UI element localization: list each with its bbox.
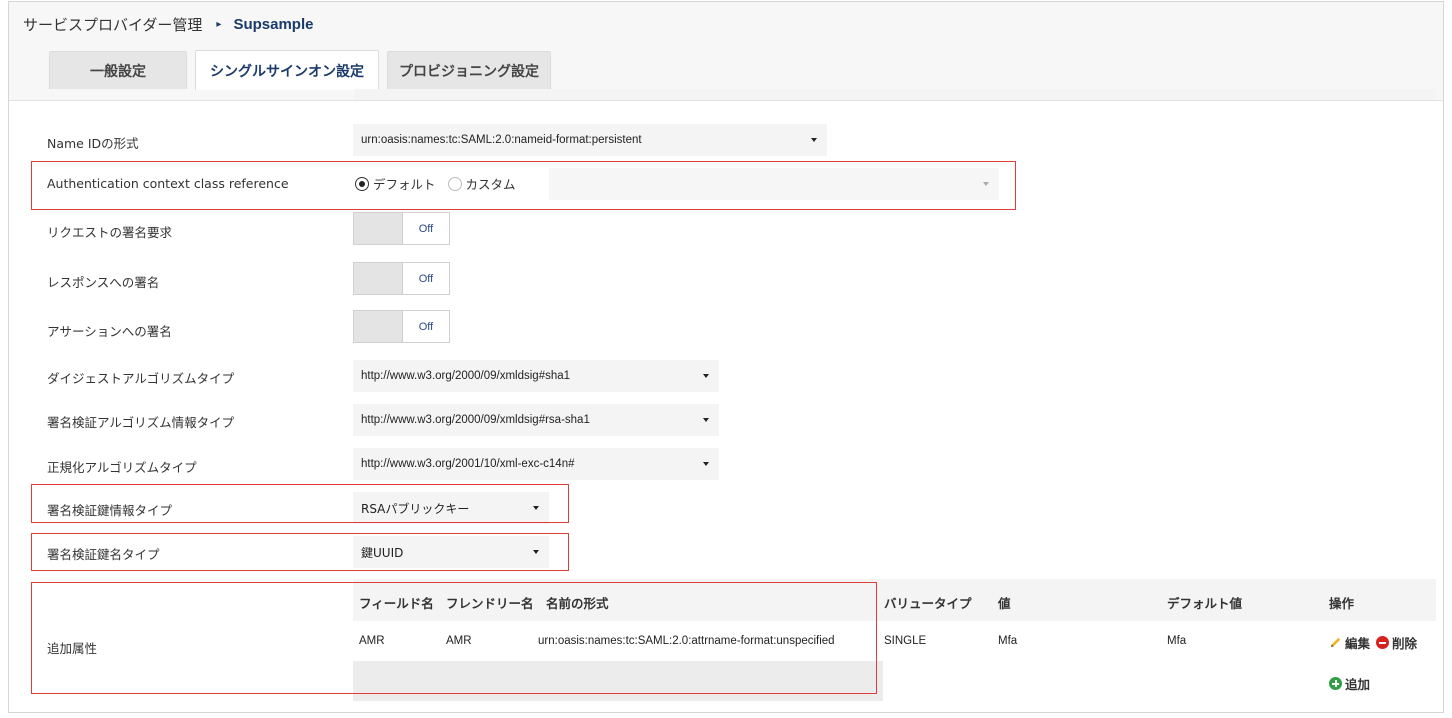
add-button[interactable]: 追加	[1345, 674, 1370, 693]
canonical-algo-label: 正規化アルゴリズムタイプ	[47, 460, 197, 475]
key-info-type-value: RSAパブリックキー	[361, 501, 470, 516]
table-row: AMR AMR urn:oasis:names:tc:SAML:2.0:attr…	[353, 621, 1436, 661]
name-id-select[interactable]: urn:oasis:names:tc:SAML:2.0:nameid-forma…	[353, 124, 827, 156]
toggle-state: Off	[418, 222, 434, 235]
cell-value: Mfa	[998, 635, 1018, 647]
tab-general[interactable]: 一般設定	[49, 51, 187, 89]
col-value-type: バリュータイプ	[884, 596, 972, 611]
row-actions: 編集 削除	[1329, 633, 1417, 652]
col-name-format: 名前の形式	[546, 596, 609, 611]
attributes-label: 追加属性	[47, 641, 98, 656]
col-field-name: フィールド名	[359, 596, 434, 611]
cell-field-name: AMR	[359, 635, 385, 647]
authn-context-custom-select[interactable]	[549, 168, 999, 200]
assertion-sign-label: アサーションへの署名	[47, 324, 172, 339]
col-friendly-name: フレンドリー名	[446, 596, 534, 611]
table-footer-empty-row	[353, 661, 883, 701]
response-sign-label: レスポンスへの署名	[47, 275, 160, 290]
digest-algo-value: http://www.w3.org/2000/09/xmldsig#sha1	[361, 370, 571, 382]
radio-custom-icon[interactable]	[447, 176, 462, 191]
breadcrumb-root[interactable]: サービスプロバイダー管理	[23, 14, 202, 35]
tab-bar: 一般設定 シングルサインオン設定 プロビジョニング設定	[49, 50, 559, 90]
chevron-down-icon	[811, 138, 817, 142]
radio-default-icon[interactable]	[355, 176, 369, 191]
sso-settings-panel: サービスプロバイダー管理 ▸ Supsample 一般設定 シングルサインオン設…	[8, 1, 1444, 713]
assertion-sign-toggle[interactable]: Off	[353, 310, 450, 343]
cell-name-format: urn:oasis:names:tc:SAML:2.0:attrname-for…	[538, 635, 835, 647]
add-attribute-action: 追加	[1329, 674, 1370, 693]
name-id-value: urn:oasis:names:tc:SAML:2.0:nameid-forma…	[361, 134, 642, 146]
breadcrumb-current: Supsample	[233, 16, 314, 33]
key-name-type-label: 署名検証鍵名タイプ	[47, 547, 160, 562]
signature-algo-label: 署名検証アルゴリズム情報タイプ	[47, 415, 235, 430]
chevron-down-icon	[533, 550, 539, 554]
authn-context-radio-group: デフォルト カスタム	[355, 174, 528, 193]
chevron-down-icon	[703, 418, 709, 422]
toggle-state: Off	[418, 320, 434, 333]
chevron-down-icon	[703, 374, 709, 378]
toggle-knob	[354, 311, 403, 342]
request-sign-label: リクエストの署名要求	[47, 225, 173, 240]
scrolled-field-remnant	[354, 89, 1436, 100]
toggle-knob	[354, 263, 403, 294]
table-header: フィールド名 フレンドリー名 名前の形式 バリュータイプ 値 デフォルト値 操作	[353, 579, 1436, 621]
cell-value-type: SINGLE	[884, 635, 927, 647]
key-name-type-value: 鍵UUID	[361, 545, 404, 560]
chevron-down-icon	[983, 182, 989, 186]
col-default-value: デフォルト値	[1167, 596, 1243, 611]
digest-algo-label: ダイジェストアルゴリズムタイプ	[47, 371, 235, 386]
breadcrumb-separator-icon: ▸	[216, 19, 222, 30]
add-icon[interactable]	[1329, 677, 1342, 690]
signature-algo-value: http://www.w3.org/2000/09/xmldsig#rsa-sh…	[361, 414, 590, 426]
tab-provisioning[interactable]: プロビジョニング設定	[387, 51, 551, 89]
edit-button[interactable]: 編集	[1345, 633, 1370, 652]
authn-context-label: Authentication context class reference	[47, 176, 289, 191]
key-name-type-select[interactable]: 鍵UUID	[353, 536, 549, 568]
toggle-state: Off	[418, 272, 434, 285]
cell-friendly-name: AMR	[446, 635, 472, 647]
page-header: サービスプロバイダー管理 ▸ Supsample 一般設定 シングルサインオン設…	[9, 2, 1443, 101]
key-info-type-select[interactable]: RSAパブリックキー	[353, 492, 549, 524]
canonical-algo-select[interactable]: http://www.w3.org/2001/10/xml-exc-c14n#	[353, 448, 719, 480]
digest-algo-select[interactable]: http://www.w3.org/2000/09/xmldsig#sha1	[353, 360, 719, 392]
cell-default-value: Mfa	[1167, 635, 1187, 647]
signature-algo-select[interactable]: http://www.w3.org/2000/09/xmldsig#rsa-sh…	[353, 404, 719, 436]
delete-button[interactable]: 削除	[1392, 633, 1417, 652]
delete-icon[interactable]	[1376, 636, 1390, 649]
col-value: 値	[998, 596, 1011, 611]
toggle-knob	[354, 213, 403, 244]
pencil-icon	[1330, 637, 1341, 648]
response-sign-toggle[interactable]: Off	[353, 262, 450, 295]
col-operations: 操作	[1329, 596, 1355, 611]
request-sign-toggle[interactable]: Off	[353, 212, 450, 245]
breadcrumb: サービスプロバイダー管理 ▸ Supsample	[23, 14, 313, 35]
chevron-down-icon	[533, 506, 539, 510]
canonical-algo-value: http://www.w3.org/2001/10/xml-exc-c14n#	[361, 458, 575, 470]
chevron-down-icon	[703, 462, 709, 466]
key-info-type-label: 署名検証鍵情報タイプ	[47, 503, 173, 518]
name-id-label: Name IDの形式	[47, 136, 139, 151]
radio-custom-label[interactable]: カスタム	[466, 174, 516, 193]
radio-default-label[interactable]: デフォルト	[373, 174, 436, 193]
tab-sso[interactable]: シングルサインオン設定	[195, 50, 379, 90]
